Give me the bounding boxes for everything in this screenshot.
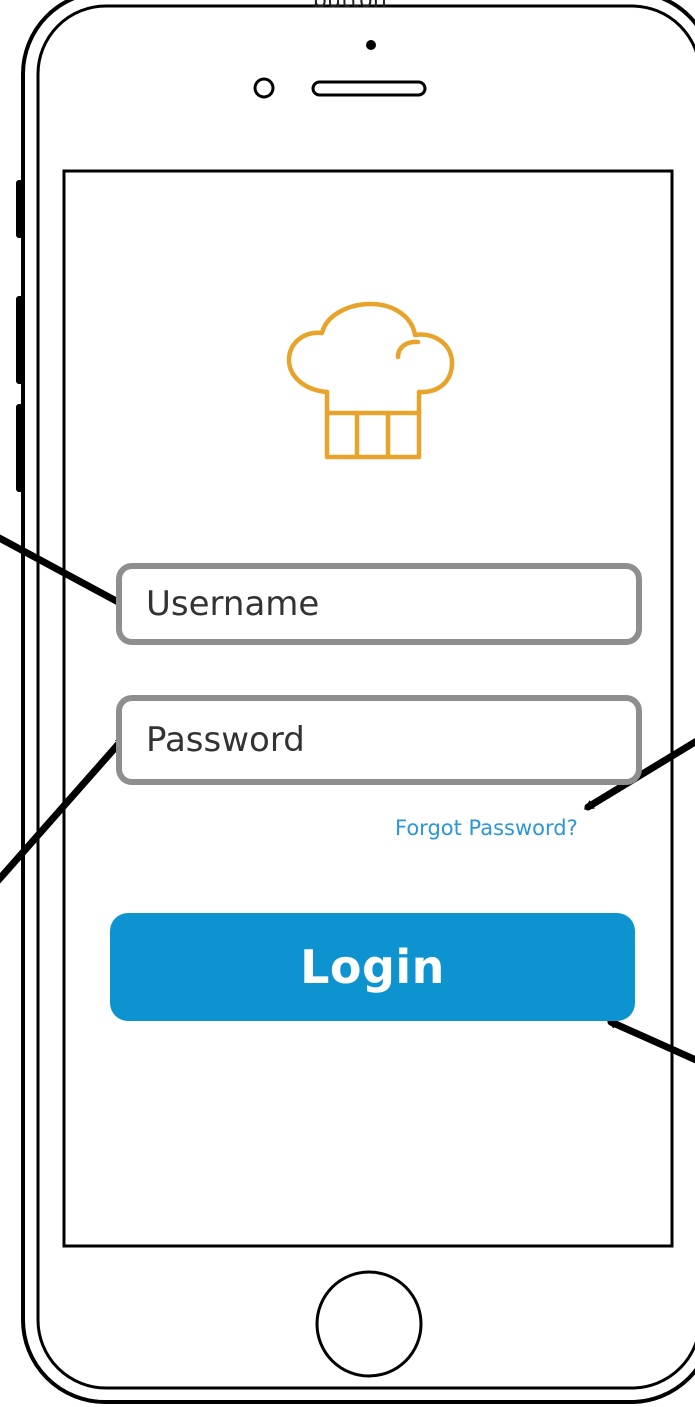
wireframe-stage: button Username Password Forgot Password… xyxy=(0,0,695,1407)
front-camera-dot xyxy=(366,40,376,50)
username-field[interactable]: Username xyxy=(116,563,642,645)
username-placeholder: Username xyxy=(146,584,320,624)
home-button[interactable] xyxy=(315,1270,423,1378)
password-placeholder: Password xyxy=(146,720,305,760)
forgot-password-link[interactable]: Forgot Password? xyxy=(395,816,578,840)
front-sensor-icon xyxy=(253,77,275,99)
password-field[interactable]: Password xyxy=(116,695,642,785)
login-button[interactable]: Login xyxy=(110,913,635,1021)
login-button-label: Login xyxy=(300,940,445,994)
speaker-grille xyxy=(311,80,427,97)
top-caption: button xyxy=(312,0,388,13)
